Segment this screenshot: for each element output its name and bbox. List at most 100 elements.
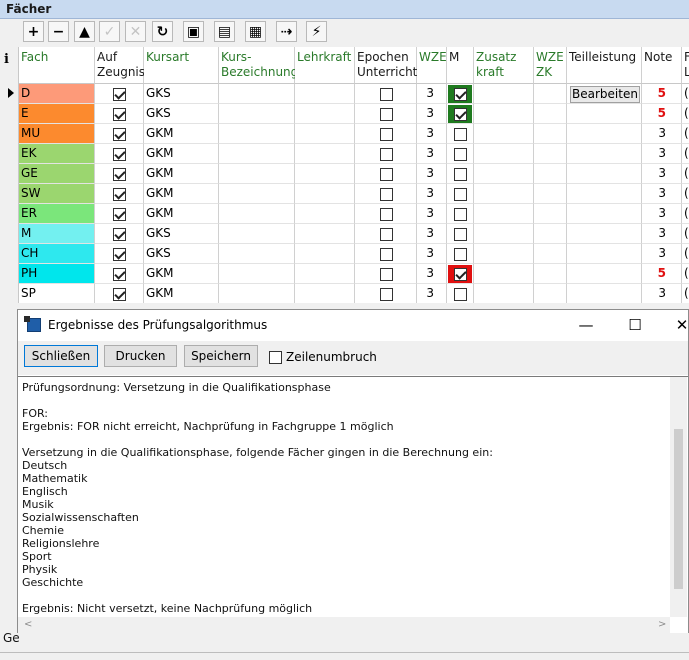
- add-button[interactable]: +: [23, 21, 44, 42]
- note-cell[interactable]: 5: [642, 84, 682, 104]
- note-cell[interactable]: 3: [642, 244, 682, 264]
- fach-cell[interactable]: CH: [19, 244, 95, 264]
- fach-cell[interactable]: SW: [19, 184, 95, 204]
- wzezk-cell[interactable]: [534, 144, 567, 164]
- cancel-button[interactable]: ✕: [125, 21, 146, 42]
- info-icon[interactable]: i: [4, 52, 9, 67]
- lehrkraft-cell[interactable]: [295, 224, 355, 244]
- wze-cell[interactable]: 3: [417, 284, 447, 303]
- scroll-thumb[interactable]: [674, 429, 683, 589]
- wzezk-cell[interactable]: [534, 204, 567, 224]
- kursart-cell[interactable]: GKS: [144, 104, 219, 124]
- zeugnis-checkbox[interactable]: [113, 148, 126, 161]
- column-header-note[interactable]: Note: [642, 47, 682, 84]
- close-icon[interactable]: ✕: [662, 314, 689, 336]
- column-header-zusatz[interactable]: Zusatz kraft: [474, 47, 534, 84]
- zusatz-cell[interactable]: [474, 224, 534, 244]
- wze-cell[interactable]: 3: [417, 144, 447, 164]
- kursbez-cell[interactable]: [219, 104, 295, 124]
- run-algorithm-button[interactable]: ⚡: [306, 21, 327, 42]
- wzezk-cell[interactable]: [534, 184, 567, 204]
- teilleistung-cell[interactable]: [567, 244, 642, 264]
- lehrkraft-cell[interactable]: [295, 104, 355, 124]
- results-text-area[interactable]: Ergebnis: Nicht versetzt, keine Nachprüf…: [18, 376, 688, 633]
- lehrkraft-cell[interactable]: [295, 244, 355, 264]
- epochen-checkbox[interactable]: [380, 268, 393, 281]
- epochen-checkbox[interactable]: [380, 248, 393, 261]
- epochen-checkbox[interactable]: [380, 208, 393, 221]
- zeugnis-checkbox[interactable]: [113, 228, 126, 241]
- column-header-kursbez[interactable]: Kurs-Bezeichnung: [219, 47, 298, 84]
- export-button[interactable]: ⇢: [276, 21, 297, 42]
- confirm-button[interactable]: ✓: [99, 21, 120, 42]
- kursart-cell[interactable]: GKM: [144, 164, 219, 184]
- fach-cell[interactable]: EK: [19, 144, 95, 164]
- fach-cell[interactable]: MU: [19, 124, 95, 144]
- note-cell[interactable]: 3: [642, 184, 682, 204]
- zeugnis-checkbox[interactable]: [113, 88, 126, 101]
- zusatz-cell[interactable]: [474, 124, 534, 144]
- teilleistung-cell[interactable]: [567, 164, 642, 184]
- zusatz-cell[interactable]: [474, 144, 534, 164]
- teilleistung-cell[interactable]: [567, 184, 642, 204]
- zusatz-cell[interactable]: [474, 244, 534, 264]
- note-cell[interactable]: 5: [642, 264, 682, 284]
- epochen-checkbox[interactable]: [380, 188, 393, 201]
- wze-cell[interactable]: 3: [417, 184, 447, 204]
- teilleistung-cell[interactable]: [567, 204, 642, 224]
- fach-cell[interactable]: M: [19, 224, 95, 244]
- maximize-icon[interactable]: ☐: [615, 314, 655, 336]
- remove-button[interactable]: −: [48, 21, 69, 42]
- column-header-epochen[interactable]: Epochen Unterricht: [355, 47, 417, 84]
- wzezk-cell[interactable]: [534, 244, 567, 264]
- epochen-checkbox[interactable]: [380, 228, 393, 241]
- kursbez-cell[interactable]: [219, 124, 295, 144]
- fach-cell[interactable]: E: [19, 104, 95, 124]
- zusatz-cell[interactable]: [474, 204, 534, 224]
- wze-cell[interactable]: 3: [417, 104, 447, 124]
- m-checkbox[interactable]: [454, 268, 467, 281]
- zeugnis-checkbox[interactable]: [113, 108, 126, 121]
- kursart-cell[interactable]: GKM: [144, 144, 219, 164]
- zeugnis-checkbox[interactable]: [113, 188, 126, 201]
- zusatz-cell[interactable]: [474, 164, 534, 184]
- m-checkbox[interactable]: [454, 88, 467, 101]
- note-cell[interactable]: 5: [642, 104, 682, 124]
- kursbez-cell[interactable]: [219, 224, 295, 244]
- print-button[interactable]: Drucken: [104, 345, 177, 367]
- kursbez-cell[interactable]: [219, 184, 295, 204]
- note-cell[interactable]: 3: [642, 284, 682, 303]
- zeugnis-checkbox[interactable]: [113, 268, 126, 281]
- zusatz-cell[interactable]: [474, 284, 534, 303]
- scroll-left-icon[interactable]: <: [24, 619, 32, 630]
- zusatz-cell[interactable]: [474, 84, 534, 104]
- column-header-fach[interactable]: Fach: [19, 47, 95, 84]
- m-checkbox[interactable]: [454, 108, 467, 121]
- fach-cell[interactable]: GE: [19, 164, 95, 184]
- epochen-checkbox[interactable]: [380, 108, 393, 121]
- copy-button[interactable]: ▤: [214, 21, 235, 42]
- wzezk-cell[interactable]: [534, 264, 567, 284]
- lehrkraft-cell[interactable]: [295, 264, 355, 284]
- kursbez-cell[interactable]: [219, 264, 295, 284]
- m-checkbox[interactable]: [454, 248, 467, 261]
- kursbez-cell[interactable]: [219, 144, 295, 164]
- kursbez-cell[interactable]: [219, 204, 295, 224]
- epochen-checkbox[interactable]: [380, 128, 393, 141]
- m-checkbox[interactable]: [454, 148, 467, 161]
- note-cell[interactable]: 3: [642, 144, 682, 164]
- zusatz-cell[interactable]: [474, 104, 534, 124]
- zeugnis-checkbox[interactable]: [113, 128, 126, 141]
- m-checkbox[interactable]: [454, 288, 467, 301]
- horizontal-scrollbar[interactable]: < >: [18, 617, 670, 633]
- refresh-button[interactable]: ↻: [152, 21, 173, 42]
- lehrkraft-cell[interactable]: [295, 184, 355, 204]
- wze-cell[interactable]: 3: [417, 124, 447, 144]
- kursbez-cell[interactable]: [219, 284, 295, 303]
- epochen-checkbox[interactable]: [380, 288, 393, 301]
- zusatz-cell[interactable]: [474, 184, 534, 204]
- wze-cell[interactable]: 3: [417, 224, 447, 244]
- teilleistung-cell[interactable]: [567, 284, 642, 303]
- column-header-zeugnis[interactable]: Auf Zeugnis: [95, 47, 145, 84]
- wze-cell[interactable]: 3: [417, 264, 447, 284]
